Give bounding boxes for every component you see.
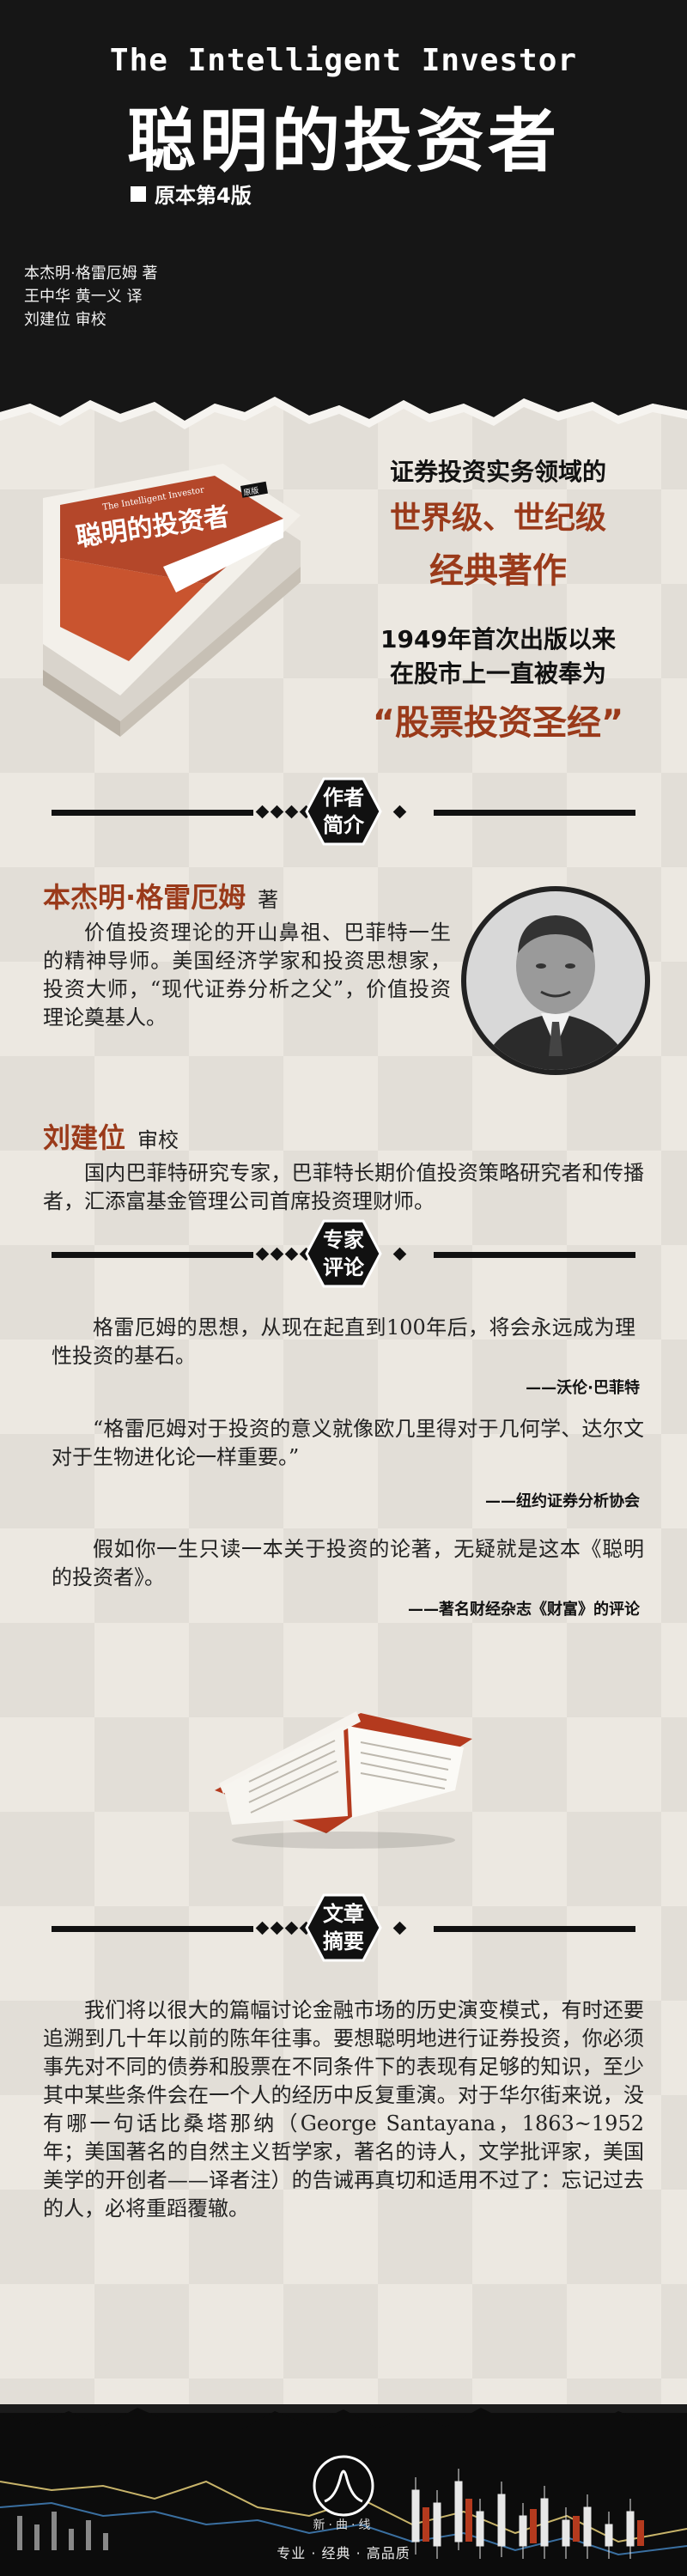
abstract-text: 我们将以很大的篇幅讨论金融市场的历史演变模式，有时还要追溯到几十年以前的陈年往事… <box>43 1998 644 2221</box>
author-bio-liu: 国内巴菲特研究专家，巴菲特长期价值投资策略研究者和传播者，汇添富基金管理公司首席… <box>43 1161 644 1213</box>
section-header-abstract: 文章 摘要 <box>0 1893 687 1962</box>
hero-line-1: 证券投资实务领域的 <box>389 458 606 486</box>
hero-line-2: 世界级、世纪级 <box>389 501 606 536</box>
diamond-dots-icon <box>392 1921 407 1935</box>
divider-line <box>52 1252 253 1258</box>
divider-line <box>52 810 253 816</box>
section-label-comments: 专家 评论 <box>323 1228 364 1279</box>
edition-label: 原本第4版 <box>131 179 252 209</box>
comment-3-text: 假如你一生只读一本关于投资的论著，无疑就是这本《聪明的投资者》。 <box>52 1537 644 1589</box>
divider-line <box>434 1926 635 1932</box>
hero-slogan: 证券投资实务领域的 世界级、世纪级 经典著作 <box>326 447 670 592</box>
author-name-liu: 刘建位 审校 <box>43 1121 179 1154</box>
comment-3-source: ——著名财经杂志《财富》的评论 <box>408 1601 640 1619</box>
credit-reviewer: 刘建位 审校 <box>24 311 106 329</box>
credits: 本杰明·格雷厄姆 著 王中华 黄一义 译 刘建位 审校 <box>24 262 157 331</box>
publisher-logo-text: 新·曲·线 <box>313 2518 374 2532</box>
diamond-dots-icon <box>392 805 407 819</box>
credit-translator: 王中华 黄一义 译 <box>24 288 143 306</box>
hero-slogan-2: 1949年首次出版以来 在股市上一直被奉为 “股票投资圣经” <box>326 623 670 744</box>
book-cover-image: 聪明的投资者 The Intelligent Investor 原版 <box>43 464 301 737</box>
author-portrait <box>461 886 650 1075</box>
section-header-author: 作者 简介 <box>0 777 687 846</box>
comment-2-text: “格雷厄姆对于投资的意义就像欧几里得对于几何学、达尔文对于生物进化论一样重要。” <box>52 1417 644 1469</box>
torn-edge-top <box>0 378 687 429</box>
hero-line-3: 经典著作 <box>429 551 567 591</box>
hero-line-5: “股票投资圣经” <box>372 703 624 743</box>
comment-1-source: ——沃伦·巴菲特 <box>526 1379 640 1397</box>
section-label-abstract: 文章 摘要 <box>323 1902 364 1953</box>
hero-line-4b: 在股市上一直被奉为 <box>389 659 606 688</box>
credit-author: 本杰明·格雷厄姆 著 <box>24 264 158 283</box>
footer-slogan: 专业 · 经典 · 高品质 <box>277 2545 410 2561</box>
square-bullet-icon <box>131 185 146 202</box>
author-bio-graham: 价值投资理论的开山鼻祖、巴菲特一生的精神导师。美国经济学家和投资思想家，投资大师… <box>43 920 451 1030</box>
english-title: The Intelligent Investor <box>109 43 578 78</box>
section-header-comments: 专家 评论 <box>0 1219 687 1288</box>
comment-1-text: 格雷厄姆的思想，从现在起直到100年后，将会永远成为理性投资的基石。 <box>52 1315 635 1368</box>
chinese-title: 聪明的投资者 <box>127 101 560 181</box>
divider-line <box>52 1926 253 1932</box>
open-book-image <box>215 1711 472 1849</box>
hero-line-4a: 1949年首次出版以来 <box>380 625 616 653</box>
author-name-graham: 本杰明·格雷厄姆著 <box>43 881 279 914</box>
divider-line <box>434 1252 635 1258</box>
section-label-author: 作者 简介 <box>323 786 364 837</box>
diamond-dots-icon <box>392 1247 407 1261</box>
edition-text: 原本第4版 <box>155 184 252 208</box>
header: The Intelligent Investor 聪明的投资者 原本第4版 本杰… <box>0 0 687 429</box>
comment-2-source: ——纽约证券分析协会 <box>485 1492 640 1510</box>
divider-line <box>434 810 635 816</box>
publisher-logo-icon <box>313 2455 374 2517</box>
